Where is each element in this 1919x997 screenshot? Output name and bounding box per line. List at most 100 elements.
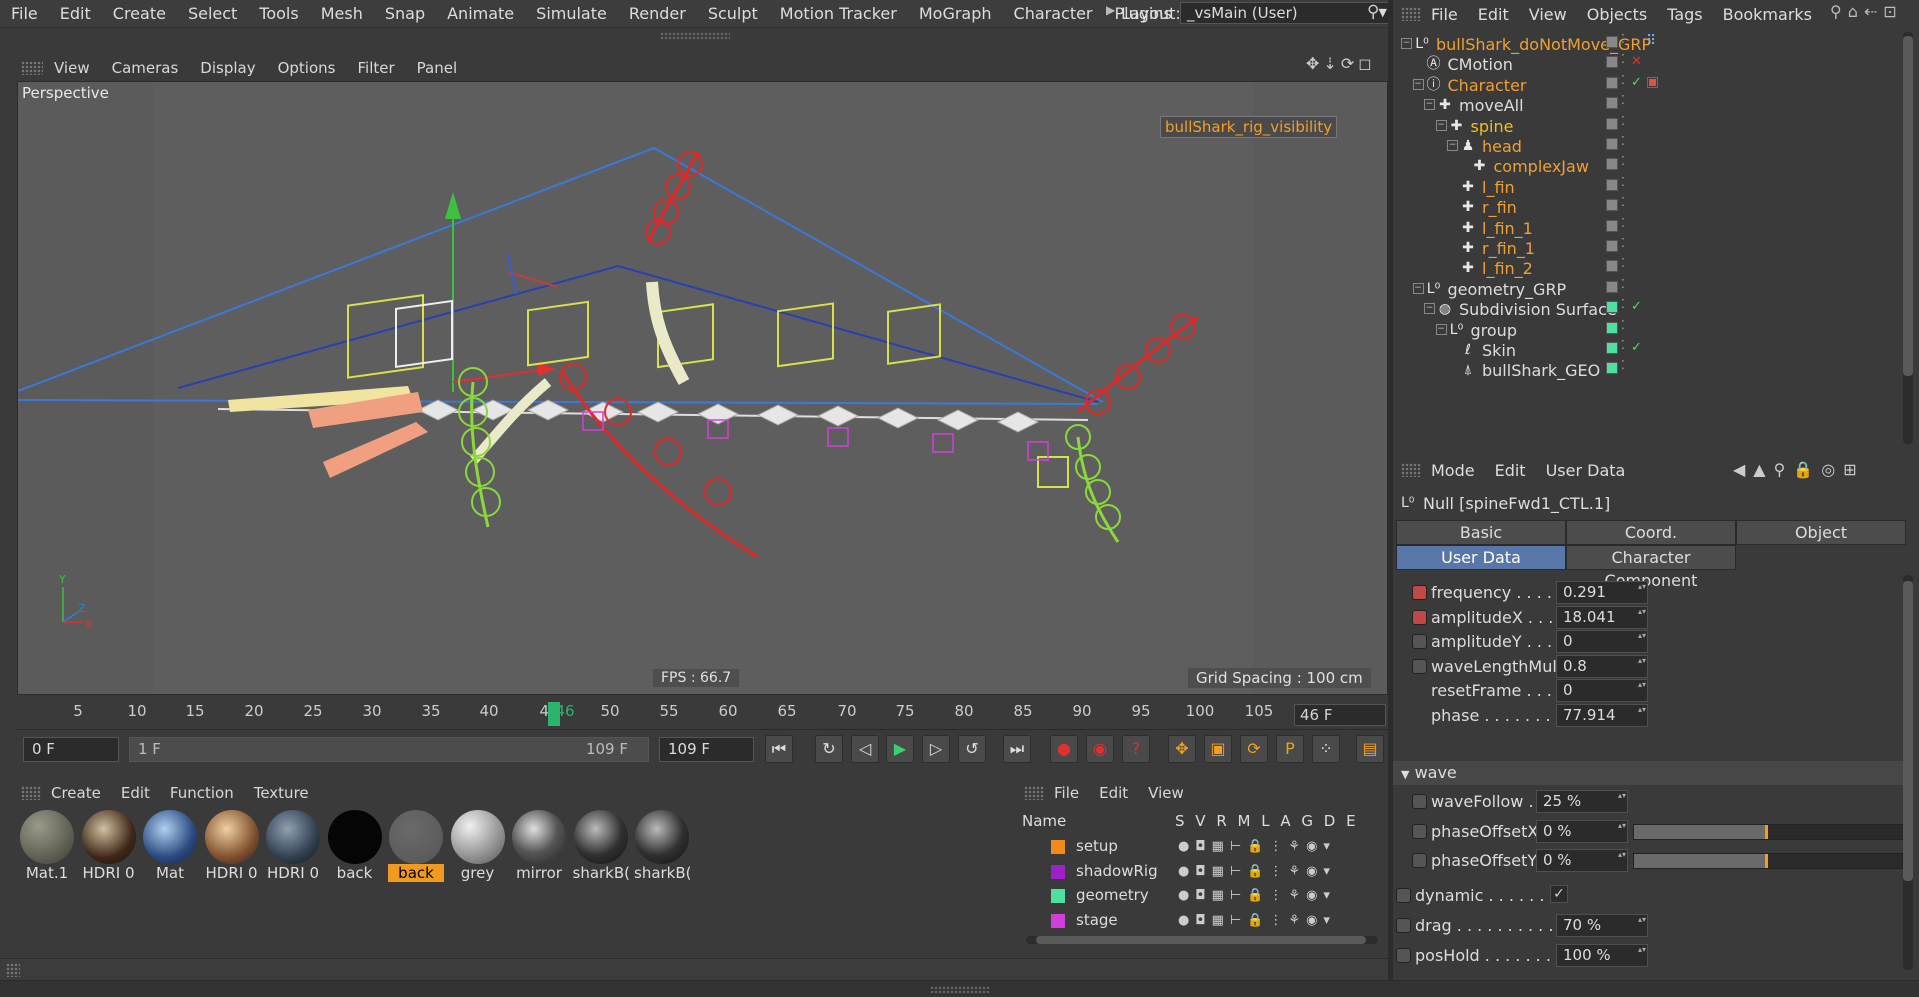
attr-menu-edit[interactable]: Edit	[1485, 461, 1536, 480]
viewport-menu-cameras[interactable]: Cameras	[101, 59, 190, 77]
object-layer-swatch[interactable]	[1606, 301, 1618, 314]
viewport-nav-icons[interactable]: ✥⇣⟳◻	[1306, 54, 1376, 73]
material-menu-edit[interactable]: Edit	[111, 784, 160, 802]
object-layer-swatch[interactable]	[1606, 321, 1618, 334]
grip-icon[interactable]	[21, 60, 43, 75]
panel-resize-handle[interactable]	[660, 32, 730, 40]
collapse-toggle-icon[interactable]: −	[1435, 119, 1447, 131]
rotate-key-button[interactable]: ⟳	[1240, 735, 1268, 763]
tab-coord[interactable]: Coord.	[1566, 520, 1736, 545]
visibility-dots-icon[interactable]: ⁚	[1621, 175, 1625, 189]
object-menu-bookmarks[interactable]: Bookmarks	[1713, 5, 1822, 24]
grip-icon[interactable]	[1024, 785, 1044, 800]
layer-menu-edit[interactable]: Edit	[1089, 784, 1138, 802]
param-value-field[interactable]: 0	[1556, 630, 1648, 653]
visibility-dots-icon[interactable]: ⁚	[1621, 114, 1625, 128]
object-layer-swatch[interactable]	[1606, 240, 1618, 252]
menu-select[interactable]: Select	[177, 4, 248, 23]
material-swatch[interactable]: Mat.1	[19, 810, 75, 886]
material-swatch[interactable]: HDRI 0	[265, 810, 321, 886]
visibility-dots-icon[interactable]: ⁚	[1621, 73, 1625, 87]
animate-toggle-icon[interactable]	[1412, 823, 1427, 839]
scale-key-button[interactable]: ▣	[1204, 735, 1232, 763]
param-value-field[interactable]: 18.041	[1556, 605, 1648, 629]
object-toolbar-icons[interactable]: ⚲⌂⇠⊡	[1830, 2, 1903, 21]
attr-vscrollbar[interactable]	[1903, 575, 1913, 970]
visibility-dots-icon[interactable]: ⁚	[1621, 32, 1625, 46]
animate-toggle-icon[interactable]	[1396, 918, 1411, 933]
layer-row[interactable]: shadowRig ●◘▦⊢🔒⋮⚘◉▾	[1018, 860, 1388, 884]
layer-menu-view[interactable]: View	[1138, 784, 1194, 802]
timeline-layout-button[interactable]: ▤	[1356, 735, 1384, 763]
animate-toggle-icon[interactable]	[1412, 794, 1427, 809]
panel-splitter[interactable]	[1388, 0, 1393, 980]
step-back-button[interactable]: ◁	[851, 735, 879, 763]
layer-color-swatch[interactable]	[1051, 889, 1065, 903]
param-slider[interactable]	[1633, 853, 1903, 869]
tab-user-data[interactable]: User Data	[1396, 545, 1566, 570]
goto-start-button[interactable]: ⏮	[765, 735, 793, 763]
visibility-dots-icon[interactable]: ⁚	[1621, 52, 1625, 66]
viewport-menu-display[interactable]: Display	[189, 59, 266, 77]
grid-key-button[interactable]: ⁘	[1312, 735, 1340, 763]
disabled-x-icon[interactable]: ✕	[1631, 54, 1642, 69]
menu-character[interactable]: Character	[1003, 4, 1104, 23]
object-layer-swatch[interactable]	[1606, 260, 1618, 273]
grip-icon[interactable]	[21, 785, 41, 800]
menu-motion-tracker[interactable]: Motion Tracker	[769, 4, 908, 23]
wave-section-header[interactable]: ▼ wave	[1393, 761, 1903, 785]
collapse-toggle-icon[interactable]: −	[1447, 140, 1458, 151]
material-swatch[interactable]: HDRI 0	[81, 810, 137, 886]
material-menu-function[interactable]: Function	[160, 784, 244, 802]
start-frame-field[interactable]: 0 F	[23, 737, 119, 762]
menu-animate[interactable]: Animate	[436, 4, 525, 23]
object-vscrollbar[interactable]	[1903, 32, 1913, 444]
collapse-toggle-icon[interactable]: −	[1412, 78, 1424, 90]
layout-select[interactable]: _vsMain (User) ▼	[1180, 2, 1394, 24]
attr-menu-userdata[interactable]: User Data	[1536, 461, 1636, 480]
menu-mograph[interactable]: MoGraph	[908, 4, 1003, 23]
visibility-label[interactable]: bullShark_rig_visibility	[1160, 116, 1338, 138]
param-key-button[interactable]: P	[1276, 735, 1304, 763]
visibility-dots-icon[interactable]: ⁚	[1621, 358, 1625, 372]
layer-toggle-icons[interactable]: ●◘▦⊢🔒⋮⚘◉▾	[1178, 913, 1336, 928]
menu-simulate[interactable]: Simulate	[525, 4, 618, 23]
dynamic-checkbox[interactable]: ✓	[1550, 885, 1568, 903]
material-swatch[interactable]: grey	[450, 810, 506, 886]
visibility-dots-icon[interactable]: ⁚	[1621, 195, 1625, 209]
collapse-toggle-icon[interactable]: −	[1424, 303, 1435, 315]
layer-hscrollbar[interactable]	[1026, 936, 1378, 944]
object-layer-swatch[interactable]	[1606, 36, 1618, 48]
material-swatch[interactable]: Mat	[142, 810, 198, 886]
object-menu-tags[interactable]: Tags	[1657, 5, 1712, 24]
viewport-menu-filter[interactable]: Filter	[346, 59, 405, 77]
visibility-dots-icon[interactable]: ⁚	[1621, 256, 1625, 270]
tag-icon[interactable]: ⠿	[1646, 33, 1656, 49]
attr-menu-mode[interactable]: Mode	[1421, 461, 1485, 480]
object-menu-edit[interactable]: Edit	[1468, 5, 1519, 24]
prev-key-button[interactable]: ↻	[815, 735, 843, 763]
visibility-dots-icon[interactable]: ⁚	[1621, 93, 1625, 107]
object-layer-swatch[interactable]	[1606, 76, 1618, 89]
collapse-toggle-icon[interactable]: −	[1424, 99, 1435, 111]
resize-handle[interactable]	[930, 986, 990, 993]
enabled-check-icon[interactable]: ✓	[1631, 75, 1642, 90]
object-tree-row[interactable]: ⍋ bullShark_GEO ⁚	[1393, 358, 1903, 383]
material-swatch[interactable]: back	[388, 810, 444, 886]
material-menu-texture[interactable]: Texture	[244, 784, 319, 802]
tag-icon[interactable]: ▣	[1646, 74, 1659, 90]
grip-icon[interactable]	[1401, 463, 1421, 477]
object-layer-swatch[interactable]	[1606, 280, 1618, 293]
visibility-dots-icon[interactable]: ⁚	[1621, 277, 1625, 291]
menu-mesh[interactable]: Mesh	[310, 4, 374, 23]
menu-sculpt[interactable]: Sculpt	[697, 4, 769, 23]
grip-icon[interactable]	[1401, 7, 1421, 21]
move-key-button[interactable]: ✥	[1168, 735, 1196, 763]
visibility-dots-icon[interactable]: ⁚	[1621, 318, 1625, 332]
animate-toggle-icon[interactable]	[1412, 853, 1427, 868]
tab-basic[interactable]: Basic	[1396, 520, 1566, 545]
tab-character-component[interactable]: Character Component	[1566, 545, 1736, 590]
step-forward-button[interactable]: ▷	[922, 735, 950, 763]
object-layer-swatch[interactable]	[1606, 219, 1618, 232]
animate-toggle-icon[interactable]	[1396, 888, 1411, 903]
